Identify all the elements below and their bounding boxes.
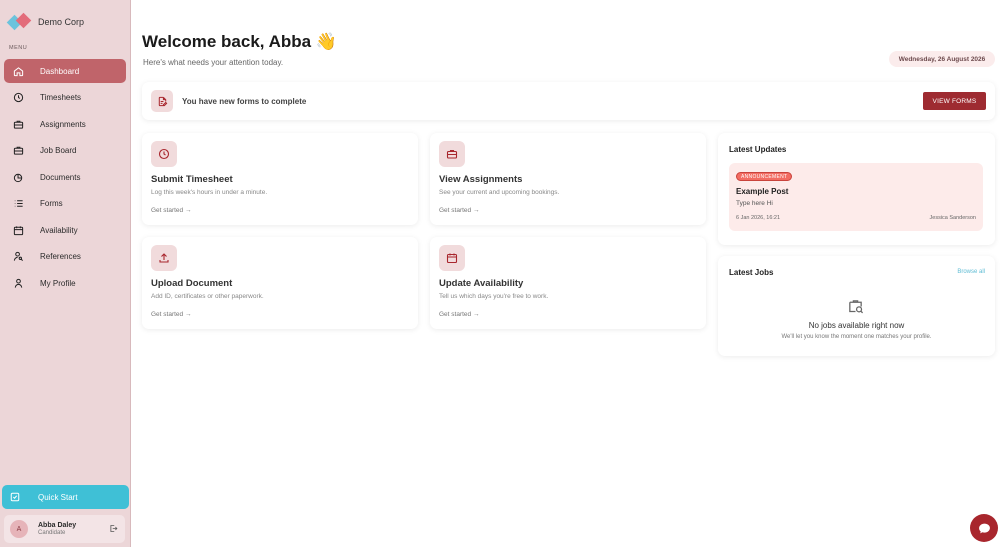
sidebar-item-label: Assignments (40, 119, 86, 129)
upload-icon (151, 245, 177, 271)
sidebar-item-label: Forms (40, 199, 63, 208)
post-timestamp: 6 Jan 2026, 16:21 (736, 215, 781, 221)
card-title: View Assignments (439, 174, 523, 185)
card-description: See your current and upcoming bookings. (439, 189, 560, 196)
sidebar: Demo Corp MENU Dashboard Timesheets Assi… (0, 0, 131, 547)
latest-updates-panel: Latest Updates ANNOUNCEMENT Example Post… (718, 133, 995, 245)
sidebar-item-label: Job Board (40, 146, 77, 155)
get-started-link[interactable]: Get started → (439, 207, 479, 214)
sidebar-item-assignments[interactable]: Assignments (4, 112, 126, 136)
sidebar-item-references[interactable]: References (4, 245, 126, 269)
post-author: Jessica Sanderson (929, 215, 976, 221)
panel-title: Latest Jobs (729, 268, 774, 277)
get-started-link[interactable]: Get started → (439, 311, 479, 318)
panel-title: Latest Updates (729, 145, 787, 154)
sidebar-item-label: References (40, 252, 81, 261)
briefcase-icon (12, 145, 24, 157)
card-description: Add ID, certificates or other paperwork. (151, 293, 264, 300)
latest-jobs-panel: Latest Jobs Browse all No jobs available… (718, 256, 995, 356)
calendar-icon (12, 224, 24, 236)
announcement-badge: ANNOUNCEMENT (736, 172, 793, 181)
calendar-icon (439, 245, 465, 271)
user-search-icon (12, 251, 24, 263)
post-title: Example Post (736, 187, 789, 196)
sidebar-item-availability[interactable]: Availability (4, 218, 126, 242)
user-meta: Abba Daley Candidate (38, 522, 76, 536)
card-title: Update Availability (439, 278, 524, 289)
jobs-empty-subtitle: We'll let you know the moment one matche… (781, 334, 932, 340)
banner-text: You have new forms to complete (182, 96, 307, 106)
user-card[interactable]: A Abba Daley Candidate (4, 515, 125, 543)
post-body: Type here Hi (736, 200, 773, 207)
brand-logo-icon (6, 12, 32, 32)
sidebar-item-forms[interactable]: Forms (4, 192, 126, 216)
documents-icon (12, 171, 24, 183)
date-badge: Wednesday, 26 August 2026 (889, 51, 995, 67)
sidebar-item-job-board[interactable]: Job Board (4, 139, 126, 163)
sidebar-item-label: Timesheets (40, 93, 82, 102)
sidebar-item-label: Dashboard (40, 66, 80, 76)
main-content: Welcome back, Abba 👋 Here's what needs y… (131, 0, 1000, 547)
sidebar-item-my-profile[interactable]: My Profile (4, 271, 126, 295)
sidebar-item-dashboard[interactable]: Dashboard (4, 59, 126, 83)
quick-start-button[interactable]: Quick Start (2, 485, 129, 509)
submit-timesheet-card[interactable]: Submit Timesheet Log this week's hours i… (142, 133, 418, 225)
card-description: Tell us which days you're free to work. (439, 293, 549, 300)
briefcase-icon (439, 141, 465, 167)
user-icon (12, 277, 24, 289)
form-icon (151, 90, 173, 112)
get-started-link[interactable]: Get started → (151, 311, 191, 318)
brand-name: Demo Corp (38, 17, 85, 27)
card-title: Upload Document (151, 278, 233, 289)
sidebar-item-label: Availability (40, 225, 78, 235)
page-subtitle: Here's what needs your attention today. (143, 58, 284, 67)
card-title: Submit Timesheet (151, 174, 233, 185)
menu-label: MENU (9, 45, 28, 51)
briefcase-icon (12, 118, 24, 130)
forms-banner: You have new forms to complete VIEW FORM… (142, 82, 995, 120)
view-forms-button[interactable]: VIEW FORMS (923, 92, 986, 110)
avatar: A (10, 520, 28, 538)
browse-all-link[interactable]: Browse all (957, 269, 985, 275)
user-role: Candidate (38, 530, 66, 536)
page-title: Welcome back, Abba 👋 (142, 32, 338, 51)
sidebar-item-label: My Profile (40, 278, 76, 288)
update-availability-card[interactable]: Update Availability Tell us which days y… (430, 237, 706, 329)
upload-document-card[interactable]: Upload Document Add ID, certificates or … (142, 237, 418, 329)
view-assignments-card[interactable]: View Assignments See your current and up… (430, 133, 706, 225)
brand[interactable]: Demo Corp (6, 12, 85, 32)
jobs-empty-title: No jobs available right now (808, 321, 905, 330)
card-description: Log this week's hours in under a minute. (151, 189, 268, 196)
sidebar-item-label: Documents (40, 172, 81, 182)
list-icon (12, 198, 24, 210)
briefcase-search-icon (847, 298, 864, 315)
home-icon (12, 65, 24, 77)
checkbox-icon (10, 492, 20, 502)
sidebar-nav: Dashboard Timesheets Assignments Job Boa… (4, 59, 126, 298)
sidebar-item-documents[interactable]: Documents (4, 165, 126, 189)
quick-start-label: Quick Start (38, 492, 78, 502)
logout-icon[interactable] (109, 524, 118, 533)
chat-button[interactable] (970, 514, 998, 542)
user-name: Abba Daley (38, 522, 77, 529)
clock-icon (151, 141, 177, 167)
clock-icon (12, 92, 24, 104)
sidebar-item-timesheets[interactable]: Timesheets (4, 86, 126, 110)
chat-icon (978, 522, 991, 535)
get-started-link[interactable]: Get started → (151, 207, 191, 214)
announcement-card[interactable]: ANNOUNCEMENT Example Post Type here Hi 6… (729, 163, 983, 231)
